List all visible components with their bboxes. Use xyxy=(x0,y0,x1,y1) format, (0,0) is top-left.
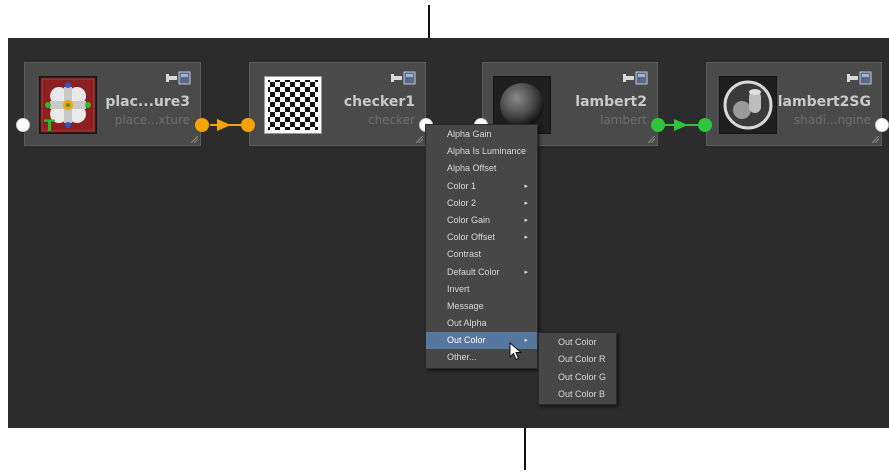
pin-icon[interactable] xyxy=(391,70,417,86)
attribute-context-menu: Alpha Gain Alpha Is Luminance Alpha Offs… xyxy=(425,124,538,369)
submenu-item-out-color-r[interactable]: Out Color R xyxy=(539,351,616,368)
submenu-arrow-icon: ▸ xyxy=(524,182,528,190)
submenu-item-out-color-g[interactable]: Out Color G xyxy=(539,369,616,386)
node-name: checker1 xyxy=(343,94,415,110)
node-checker[interactable]: checker1 checker xyxy=(249,62,426,146)
menu-item-invert[interactable]: Invert xyxy=(426,281,537,298)
resize-corner-icon[interactable] xyxy=(872,136,879,143)
out-color-submenu: Out Color Out Color R Out Color G Out Co… xyxy=(538,332,617,406)
output-port-shading-engine[interactable] xyxy=(875,118,889,132)
node-name: plac...ure3 xyxy=(105,94,190,110)
node-type: checker xyxy=(367,113,415,127)
menu-item-alpha-offset[interactable]: Alpha Offset xyxy=(426,160,537,177)
node-shading-engine[interactable]: lambert2SG shadi...ngine xyxy=(706,62,882,146)
pin-icon[interactable] xyxy=(623,70,649,86)
node-type: shadi...ngine xyxy=(793,113,871,127)
input-port-shading-engine[interactable] xyxy=(698,118,712,132)
svg-text:T: T xyxy=(44,116,55,133)
menu-item-default-color[interactable]: Default Color ▸ xyxy=(426,264,537,281)
submenu-item-out-color-b[interactable]: Out Color B xyxy=(539,386,616,403)
menu-item-color-offset[interactable]: Color Offset ▸ xyxy=(426,229,537,246)
place2dTexture-icon: T xyxy=(39,76,97,135)
menu-item-color-2[interactable]: Color 2 ▸ xyxy=(426,195,537,212)
menu-item-color-1[interactable]: Color 1 ▸ xyxy=(426,178,537,195)
checker-texture-icon xyxy=(264,76,322,134)
submenu-arrow-icon: ▸ xyxy=(524,216,528,224)
mouse-cursor-icon xyxy=(509,342,523,361)
menu-item-color-gain[interactable]: Color Gain ▸ xyxy=(426,212,537,229)
menu-item-out-alpha[interactable]: Out Alpha xyxy=(426,315,537,332)
output-port-place2dtexture[interactable] xyxy=(195,118,209,132)
pin-icon[interactable] xyxy=(166,70,192,86)
node-place2dtexture[interactable]: T plac...ure3 place...xture xyxy=(24,62,201,146)
submenu-arrow-icon: ▸ xyxy=(524,234,528,242)
menu-item-contrast[interactable]: Contrast xyxy=(426,246,537,263)
node-name: lambert2 xyxy=(575,94,647,110)
menu-item-alpha-is-luminance[interactable]: Alpha Is Luminance xyxy=(426,143,537,160)
menu-item-message[interactable]: Message xyxy=(426,298,537,315)
input-port-checker[interactable] xyxy=(241,118,255,132)
pin-icon[interactable] xyxy=(847,70,873,86)
shading-engine-icon xyxy=(719,76,777,134)
menu-item-alpha-gain[interactable]: Alpha Gain xyxy=(426,126,537,143)
output-port-lambert[interactable] xyxy=(651,118,665,132)
node-type: lambert xyxy=(599,113,647,127)
resize-corner-icon[interactable] xyxy=(648,136,655,143)
node-name: lambert2SG xyxy=(777,94,871,110)
input-port-place2dtexture[interactable] xyxy=(16,118,30,132)
resize-corner-icon[interactable] xyxy=(191,136,198,143)
submenu-arrow-icon: ▸ xyxy=(524,199,528,207)
node-type: place...xture xyxy=(114,113,190,127)
submenu-arrow-icon: ▸ xyxy=(524,268,528,276)
submenu-arrow-icon: ▸ xyxy=(524,337,528,345)
resize-corner-icon[interactable] xyxy=(416,136,423,143)
submenu-item-out-color[interactable]: Out Color xyxy=(539,334,616,351)
